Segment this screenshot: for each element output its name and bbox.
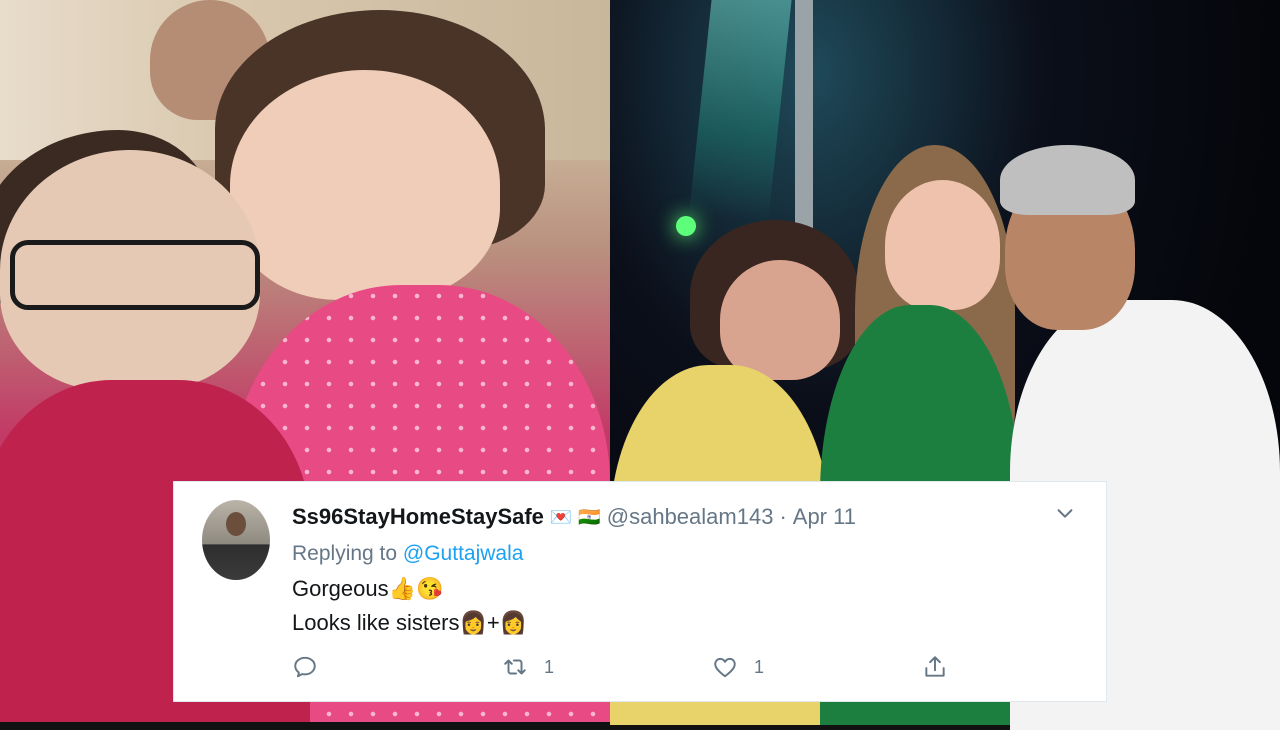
replying-to-link[interactable]: @Guttajwala: [403, 542, 524, 565]
reply-button[interactable]: [292, 654, 318, 680]
woman-green-face: [885, 180, 1000, 310]
light-pole: [795, 0, 813, 240]
user-handle[interactable]: @sahbealam143: [607, 504, 774, 530]
tweet-date[interactable]: Apr 11: [793, 504, 856, 530]
thumbs-kiss-emoji: 👍😘: [388, 576, 444, 601]
love-letter-emoji: 💌: [549, 506, 573, 527]
share-icon: [925, 656, 945, 677]
retweet-icon: [504, 659, 526, 675]
avatar[interactable]: [202, 500, 270, 580]
tweet-text-sisters: Looks like sisters: [292, 610, 460, 635]
retweet-button[interactable]: 1: [502, 654, 554, 680]
display-name[interactable]: Ss96StayHomeStaySafe: [292, 504, 544, 530]
replying-label: Replying to: [292, 542, 398, 565]
heart-icon: [714, 657, 736, 678]
tweet-text-gorgeous: Gorgeous: [292, 576, 389, 601]
green-light: [676, 216, 696, 236]
like-count: 1: [754, 656, 765, 677]
tweet-header: Ss96StayHomeStaySafe 💌 🇮🇳 @sahbealam143 …: [292, 504, 856, 530]
india-flag-emoji: 🇮🇳: [578, 506, 601, 527]
retweet-count: 1: [544, 656, 555, 677]
share-button[interactable]: [922, 654, 948, 680]
man-hair: [1000, 145, 1135, 215]
plus-sign: +: [486, 610, 500, 635]
woman-emoji-a: 👩: [459, 610, 487, 635]
separator-dot: ·: [779, 504, 787, 529]
woman-yellow-face: [720, 260, 840, 380]
eyeglasses: [10, 240, 260, 310]
tweet-text-line-1: Gorgeous👍😘: [292, 576, 443, 602]
tweet-actions: 1 1: [292, 654, 952, 684]
woman-emoji-b: 👩: [499, 610, 528, 635]
woman-pink-face: [230, 70, 500, 300]
tweet-card[interactable]: Ss96StayHomeStaySafe 💌 🇮🇳 @sahbealam143 …: [173, 481, 1107, 702]
chevron-down-icon[interactable]: [1054, 502, 1076, 524]
tweet-text-line-2: Looks like sisters👩+👩: [292, 610, 527, 636]
replying-to: Replying to @Guttajwala: [292, 542, 523, 566]
like-button[interactable]: 1: [712, 654, 764, 680]
reply-icon: [294, 656, 316, 678]
